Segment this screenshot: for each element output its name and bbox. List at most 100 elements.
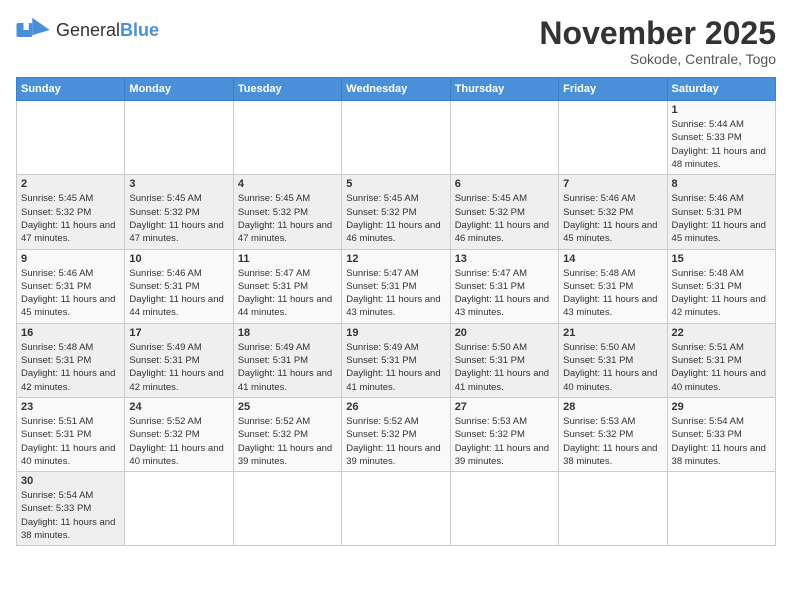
calendar-cell: 17Sunrise: 5:49 AMSunset: 5:31 PMDayligh…: [125, 323, 233, 397]
calendar-cell: [450, 472, 558, 546]
day-header-friday: Friday: [559, 78, 667, 101]
day-info: Sunrise: 5:44 AMSunset: 5:33 PMDaylight:…: [672, 118, 771, 171]
title-block: November 2025 Sokode, Centrale, Togo: [539, 16, 776, 67]
calendar-cell: 19 Sunrise: 5:49 AMSunset: 5:31 PMDayligh…: [342, 323, 450, 397]
calendar-week-1: 1 Sunrise: 5:44 AMSunset: 5:33 PMDaylight…: [17, 101, 776, 175]
day-number: 10: [129, 253, 228, 265]
day-info: Sunrise: 5:49 AMSunset: 5:31 PMDaylight:…: [238, 341, 337, 394]
day-number: 27: [455, 401, 554, 413]
day-info: Sunrise: 5:45 AMSunset: 5:32 PMDaylight:…: [21, 192, 120, 245]
day-info: Sunrise: 5:48 AMSunset: 5:31 PMDaylight:…: [563, 267, 662, 320]
day-number: 9: [21, 253, 120, 265]
day-info: Sunrise: 5:53 AMSunset: 5:32 PMDaylight:…: [563, 415, 662, 468]
day-info: Sunrise: 5:47 AMSunset: 5:31 PMDaylight:…: [238, 267, 337, 320]
calendar-cell: 21Sunrise: 5:50 AMSunset: 5:31 PMDayligh…: [559, 323, 667, 397]
day-number: 5: [346, 178, 445, 190]
calendar-cell: 23 Sunrise: 5:51 AMSunset: 5:31 PMDayligh…: [17, 397, 125, 471]
calendar-week-6: 30Sunrise: 5:54 AMSunset: 5:33 PMDayligh…: [17, 472, 776, 546]
day-number: 22: [672, 327, 771, 339]
calendar-cell: [667, 472, 775, 546]
calendar-cell: 4 Sunrise: 5:45 AMSunset: 5:32 PMDaylight…: [233, 175, 341, 249]
day-info: Sunrise: 5:52 AMSunset: 5:32 PMDaylight:…: [346, 415, 445, 468]
calendar: SundayMondayTuesdayWednesdayThursdayFrid…: [16, 77, 776, 546]
calendar-cell: 13Sunrise: 5:47 AMSunset: 5:31 PMDayligh…: [450, 249, 558, 323]
day-header-tuesday: Tuesday: [233, 78, 341, 101]
calendar-cell: [559, 472, 667, 546]
calendar-cell: [125, 101, 233, 175]
calendar-cell: 16 Sunrise: 5:48 AMSunset: 5:31 PMDayligh…: [17, 323, 125, 397]
day-number: 3: [129, 178, 228, 190]
day-number: 24: [129, 401, 228, 413]
calendar-cell: [233, 472, 341, 546]
calendar-cell: 30Sunrise: 5:54 AMSunset: 5:33 PMDayligh…: [17, 472, 125, 546]
logo-icon: [16, 16, 52, 44]
day-number: 19: [346, 327, 445, 339]
calendar-cell: [233, 101, 341, 175]
day-info: Sunrise: 5:45 AMSunset: 5:32 PMDaylight:…: [129, 192, 228, 245]
day-header-wednesday: Wednesday: [342, 78, 450, 101]
calendar-cell: [450, 101, 558, 175]
day-info: Sunrise: 5:52 AMSunset: 5:32 PMDaylight:…: [129, 415, 228, 468]
calendar-cell: 5Sunrise: 5:45 AMSunset: 5:32 PMDaylight…: [342, 175, 450, 249]
calendar-cell: 3 Sunrise: 5:45 AMSunset: 5:32 PMDaylight…: [125, 175, 233, 249]
day-number: 12: [346, 253, 445, 265]
calendar-week-3: 9 Sunrise: 5:46 AMSunset: 5:31 PMDaylight…: [17, 249, 776, 323]
day-number: 2: [21, 178, 120, 190]
day-info: Sunrise: 5:49 AMSunset: 5:31 PMDaylight:…: [346, 341, 445, 394]
calendar-cell: [559, 101, 667, 175]
day-info: Sunrise: 5:46 AMSunset: 5:32 PMDaylight:…: [563, 192, 662, 245]
day-number: 15: [672, 253, 771, 265]
day-info: Sunrise: 5:54 AMSunset: 5:33 PMDaylight:…: [21, 489, 120, 542]
day-info: Sunrise: 5:46 AMSunset: 5:31 PMDaylight:…: [21, 267, 120, 320]
day-number: 26: [346, 401, 445, 413]
day-number: 29: [672, 401, 771, 413]
day-info: Sunrise: 5:51 AMSunset: 5:31 PMDaylight:…: [21, 415, 120, 468]
day-number: 28: [563, 401, 662, 413]
calendar-cell: 27Sunrise: 5:53 AMSunset: 5:32 PMDayligh…: [450, 397, 558, 471]
day-number: 7: [563, 178, 662, 190]
day-info: Sunrise: 5:52 AMSunset: 5:32 PMDaylight:…: [238, 415, 337, 468]
calendar-cell: 9 Sunrise: 5:46 AMSunset: 5:31 PMDaylight…: [17, 249, 125, 323]
calendar-cell: 15 Sunrise: 5:48 AMSunset: 5:31 PMDayligh…: [667, 249, 775, 323]
calendar-cell: 25 Sunrise: 5:52 AMSunset: 5:32 PMDayligh…: [233, 397, 341, 471]
day-number: 4: [238, 178, 337, 190]
day-header-saturday: Saturday: [667, 78, 775, 101]
day-number: 21: [563, 327, 662, 339]
page: GeneralBlue November 2025 Sokode, Centra…: [0, 0, 792, 556]
calendar-week-5: 23 Sunrise: 5:51 AMSunset: 5:31 PMDayligh…: [17, 397, 776, 471]
day-number: 23: [21, 401, 120, 413]
day-info: Sunrise: 5:48 AMSunset: 5:31 PMDaylight:…: [21, 341, 120, 394]
calendar-header-row: SundayMondayTuesdayWednesdayThursdayFrid…: [17, 78, 776, 101]
calendar-cell: [342, 101, 450, 175]
day-number: 20: [455, 327, 554, 339]
day-number: 11: [238, 253, 337, 265]
calendar-cell: 7 Sunrise: 5:46 AMSunset: 5:32 PMDaylight…: [559, 175, 667, 249]
calendar-cell: [125, 472, 233, 546]
day-number: 1: [672, 104, 771, 116]
header: GeneralBlue November 2025 Sokode, Centra…: [16, 16, 776, 67]
day-info: Sunrise: 5:45 AMSunset: 5:32 PMDaylight:…: [238, 192, 337, 245]
day-header-monday: Monday: [125, 78, 233, 101]
calendar-cell: 12 Sunrise: 5:47 AMSunset: 5:31 PMDayligh…: [342, 249, 450, 323]
calendar-cell: 2 Sunrise: 5:45 AMSunset: 5:32 PMDaylight…: [17, 175, 125, 249]
day-number: 17: [129, 327, 228, 339]
logo: GeneralBlue: [16, 16, 159, 44]
day-number: 16: [21, 327, 120, 339]
calendar-cell: 20Sunrise: 5:50 AMSunset: 5:31 PMDayligh…: [450, 323, 558, 397]
day-info: Sunrise: 5:48 AMSunset: 5:31 PMDaylight:…: [672, 267, 771, 320]
day-number: 8: [672, 178, 771, 190]
day-info: Sunrise: 5:46 AMSunset: 5:31 PMDaylight:…: [129, 267, 228, 320]
calendar-cell: 28 Sunrise: 5:53 AMSunset: 5:32 PMDayligh…: [559, 397, 667, 471]
calendar-cell: 22 Sunrise: 5:51 AMSunset: 5:31 PMDayligh…: [667, 323, 775, 397]
day-info: Sunrise: 5:45 AMSunset: 5:32 PMDaylight:…: [455, 192, 554, 245]
day-info: Sunrise: 5:47 AMSunset: 5:31 PMDaylight:…: [346, 267, 445, 320]
logo-text: GeneralBlue: [56, 21, 159, 39]
calendar-cell: 8Sunrise: 5:46 AMSunset: 5:31 PMDaylight…: [667, 175, 775, 249]
calendar-cell: [17, 101, 125, 175]
calendar-cell: 26 Sunrise: 5:52 AMSunset: 5:32 PMDayligh…: [342, 397, 450, 471]
calendar-cell: 1 Sunrise: 5:44 AMSunset: 5:33 PMDaylight…: [667, 101, 775, 175]
day-number: 25: [238, 401, 337, 413]
calendar-cell: 10 Sunrise: 5:46 AMSunset: 5:31 PMDayligh…: [125, 249, 233, 323]
subtitle: Sokode, Centrale, Togo: [539, 51, 776, 67]
day-info: Sunrise: 5:51 AMSunset: 5:31 PMDaylight:…: [672, 341, 771, 394]
